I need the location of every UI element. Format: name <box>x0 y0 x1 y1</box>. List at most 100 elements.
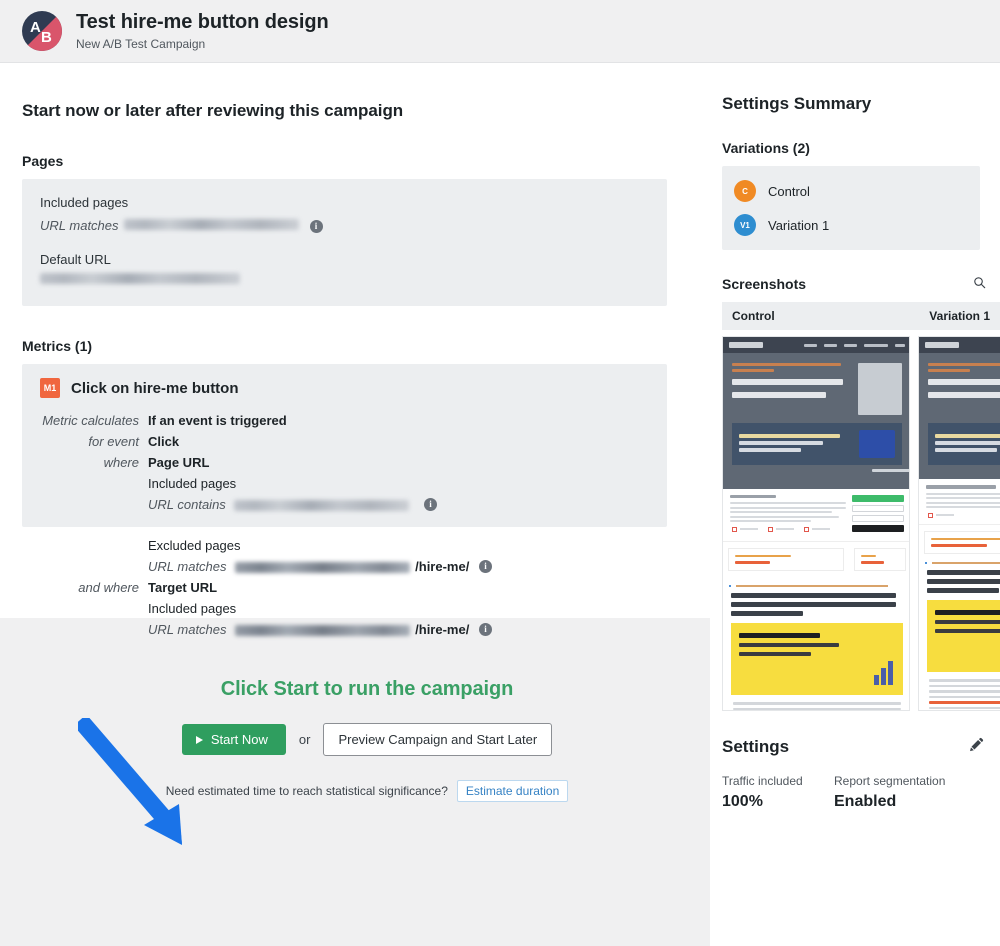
metric-card: M1 Click on hire-me button Metric calcul… <box>22 364 667 527</box>
mini-bar-chart-icon <box>874 661 893 685</box>
screenshots-header: Screenshots <box>722 250 1000 302</box>
metric-row-label: where <box>103 455 139 470</box>
page-title: Test hire-me button design <box>76 11 329 34</box>
pages-heading: Pages <box>22 153 64 169</box>
mini-page-mock <box>919 337 1000 710</box>
logo-letter-a: A <box>30 19 41 36</box>
start-now-label: Start Now <box>210 732 268 747</box>
or-separator: or <box>298 732 311 747</box>
pages-card: Included pages URL matches i Default URL <box>22 179 667 306</box>
redacted-url-value <box>123 219 299 230</box>
metric-target-url-row: URL matches /hire-me/ i <box>40 619 710 640</box>
mini-hero-top <box>928 363 1000 415</box>
mini-featured-image <box>928 423 1000 465</box>
redacted-default-url <box>40 273 240 284</box>
pencil-icon[interactable] <box>969 737 984 757</box>
main-heading: Start now or later after reviewing this … <box>22 101 404 120</box>
target-url-value: Target URL <box>148 580 218 595</box>
cta-button-row: Start Now or Preview Campaign and Start … <box>22 723 712 756</box>
info-icon[interactable]: i <box>424 498 438 512</box>
info-icon[interactable]: i <box>478 560 492 574</box>
url-contains-label: URL contains <box>148 497 226 512</box>
mini-nav <box>723 337 909 353</box>
metrics-heading: Metrics (1) <box>22 338 93 354</box>
play-icon <box>195 735 203 744</box>
mini-hero-top <box>732 363 902 415</box>
setting-value: Enabled <box>834 793 897 810</box>
metric-included-pages-row: Included pages <box>40 473 649 494</box>
setting-report-segmentation: Report segmentation Enabled <box>834 773 946 811</box>
setting-label: Traffic included <box>722 774 803 788</box>
start-now-button[interactable]: Start Now <box>181 724 286 755</box>
target-included-label: Included pages <box>148 601 237 616</box>
screenshot-col-variation-1: Variation 1 <box>929 309 990 323</box>
mini-featured-image <box>732 423 902 465</box>
mini-logo <box>925 342 959 348</box>
settings-block: Settings Traffic included 100% Report se… <box>722 711 1000 811</box>
main-column: Start now or later after reviewing this … <box>0 63 710 883</box>
url-matches-label: URL matches <box>148 622 227 637</box>
excluded-url-suffix: /hire-me/ <box>415 559 470 574</box>
metric-name: Click on hire-me button <box>71 379 239 397</box>
mini-article-body <box>929 679 1000 710</box>
screenshot-col-control: Control <box>732 309 775 323</box>
mini-hero-left <box>928 363 1000 415</box>
metric-badge: M1 <box>40 378 60 398</box>
setting-value: 100% <box>722 793 763 810</box>
metric-and-where-row: and where Target URL <box>40 577 710 598</box>
redacted-url-value <box>234 500 410 512</box>
metric-url-contains-row: URL contains i <box>40 494 649 515</box>
variation-label: Variation 1 <box>768 217 830 233</box>
mini-cookie-banner <box>919 479 1000 525</box>
metric-row-where: where Page URL <box>40 452 649 473</box>
mini-hero-left <box>732 363 858 415</box>
variation-badge: C <box>734 180 756 202</box>
setting-label: Report segmentation <box>834 774 946 788</box>
mini-content-card <box>924 530 1000 554</box>
mini-cookie-banner <box>723 488 909 542</box>
mini-article-title <box>731 593 903 616</box>
info-icon[interactable]: i <box>309 220 323 233</box>
page-body: Start now or later after reviewing this … <box>0 63 1000 946</box>
variations-heading: Variations (2) <box>722 140 810 156</box>
preview-campaign-button[interactable]: Preview Campaign and Start Later <box>323 723 553 756</box>
mini-yellow-banner <box>927 600 1000 672</box>
variation-item-control[interactable]: C Control <box>722 174 980 208</box>
redacted-url-value <box>235 562 411 574</box>
variation-badge: V1 <box>734 214 756 236</box>
search-icon[interactable] <box>973 276 986 292</box>
settings-values: Traffic included 100% Report segmentatio… <box>722 773 1000 811</box>
mini-quote <box>925 561 1000 564</box>
variation-item-variation-1[interactable]: V1 Variation 1 <box>722 208 980 242</box>
screenshot-thumbnail-variation-1[interactable] <box>918 336 1000 711</box>
cta-block: Click Start to run the campaign Start No… <box>22 640 712 802</box>
metric-title-row: M1 Click on hire-me button <box>40 378 649 398</box>
mini-sidebar-card <box>854 547 906 571</box>
mini-navlinks <box>804 343 905 347</box>
variations-list: C Control V1 Variation 1 <box>722 166 980 250</box>
url-matches-label: URL matches <box>148 559 227 574</box>
metric-row-calculates: Metric calculates If an event is trigger… <box>40 410 649 431</box>
metric-row-label: for event <box>88 434 139 449</box>
mini-nav <box>919 337 1000 353</box>
metric-row-value: Click <box>148 434 180 449</box>
default-url-label: Default URL <box>40 252 111 267</box>
metric-row-value: Page URL <box>148 455 210 470</box>
metric-excluded-pages-label: Excluded pages <box>148 538 241 553</box>
ab-logo-icon: A B <box>22 11 62 51</box>
mini-hero <box>723 353 909 489</box>
header-text-block: Test hire-me button design New A/B Test … <box>76 10 329 51</box>
settings-summary-heading: Settings Summary <box>722 94 872 113</box>
mini-article-body <box>733 702 901 710</box>
included-pages-label: Included pages <box>40 195 129 210</box>
estimate-row: Need estimated time to reach statistical… <box>22 780 712 802</box>
logo-letter-b: B <box>41 29 52 46</box>
setting-traffic-included: Traffic included 100% <box>722 773 834 811</box>
info-icon[interactable]: i <box>478 623 492 637</box>
mini-logo <box>729 342 763 348</box>
settings-summary-sidebar: Settings Summary Variations (2) C Contro… <box>710 63 1000 883</box>
screenshot-column-headers: Control Variation 1 <box>722 302 1000 330</box>
estimate-duration-button[interactable]: Estimate duration <box>456 780 569 802</box>
screenshot-thumbnail-control[interactable] <box>722 336 910 711</box>
mini-page-mock <box>723 337 909 710</box>
